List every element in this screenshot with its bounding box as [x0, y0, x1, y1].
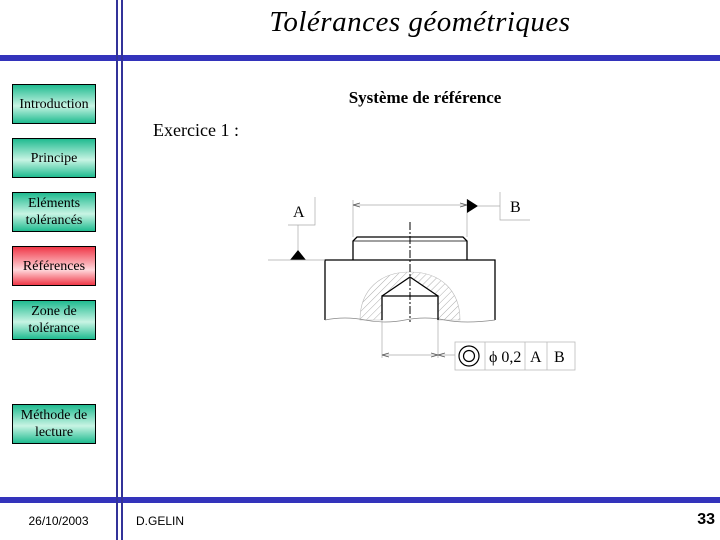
footer-date: 26/10/2003	[28, 514, 89, 528]
technical-drawing: B A ϕ 0,2 A B	[268, 192, 576, 371]
tolerance-value: ϕ 0,2	[489, 349, 521, 366]
tolerance-ref-2: B	[554, 349, 565, 366]
datum-b-triangle	[467, 199, 478, 213]
page-number: 33	[697, 511, 715, 528]
concentricity-icon	[458, 345, 480, 367]
datum-b-label: B	[510, 199, 521, 216]
tolerance-frame: ϕ 0,2 A B	[454, 341, 576, 371]
datum-a-triangle	[290, 250, 306, 260]
tolerance-ref-1: A	[530, 349, 542, 366]
footer-author: D.GELIN	[136, 514, 185, 528]
datum-a-label: A	[293, 204, 305, 221]
